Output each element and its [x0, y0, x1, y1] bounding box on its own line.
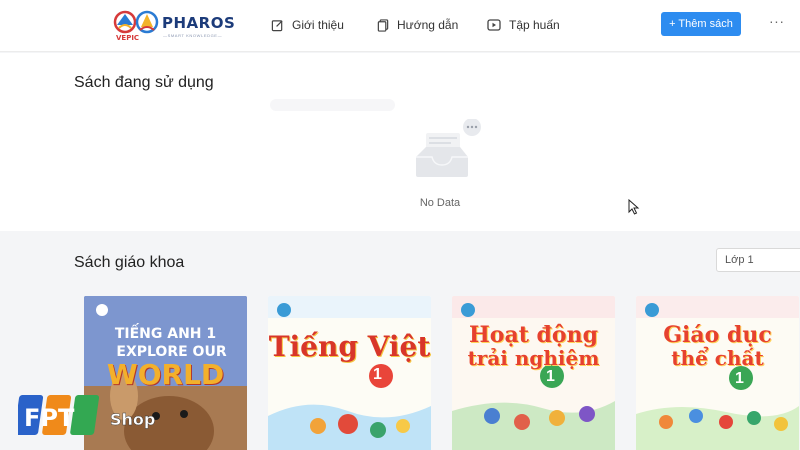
fpt-shop-text: Shop	[110, 410, 155, 429]
no-data-text: No Data	[419, 197, 461, 209]
vepic-logo-icon: VEPIC	[113, 10, 159, 42]
more-menu-icon[interactable]: ···	[769, 13, 785, 29]
books-in-use-title: Sách đang sử dụng	[74, 74, 214, 91]
book-title-tieng-anh-3: WORLD	[106, 358, 225, 391]
book-title-tieng-anh-1: TIẾNG ANH 1	[114, 326, 217, 342]
book-title-tieng-viet: Tiếng Việt	[268, 330, 431, 363]
loading-placeholder	[270, 99, 395, 111]
video-play-icon	[487, 19, 501, 31]
pharos-logo[interactable]: VEPIC PHAROS —SMART KNOWLEDGE—	[113, 10, 236, 42]
fpt-shop-watermark: FPT Shop	[14, 391, 168, 441]
book-title-giao-duc-1: Giáo dục	[663, 322, 772, 348]
book-number-giao-duc: 1	[735, 370, 744, 387]
fpt-logo-icon: FPT Shop	[14, 395, 156, 435]
book-card-giao-duc[interactable]: Giáo dục thể chất 1	[636, 296, 799, 450]
nav-huong-dan[interactable]: Hướng dẫn	[377, 15, 458, 35]
book-title-giao-duc-2: thể chất	[671, 346, 764, 370]
book-number-tieng-viet: 1	[373, 366, 382, 383]
book-title-hoat-dong-2: trải nghiệm	[467, 346, 600, 370]
books-in-use-section: Sách đang sử dụng No Data	[0, 53, 800, 231]
nav-gioi-thieu-label: Giới thiệu	[292, 18, 344, 32]
book-card-hoat-dong[interactable]: Hoạt động trải nghiệm 1	[452, 296, 615, 450]
mouse-cursor-icon	[628, 199, 640, 215]
empty-inbox-icon	[416, 119, 481, 177]
fpt-brand-text: FPT	[24, 404, 75, 432]
add-book-button[interactable]: + Thêm sách	[661, 12, 741, 36]
grade-select-value: Lớp 1	[725, 254, 754, 266]
book-title-hoat-dong-1: Hoạt động	[469, 322, 598, 348]
grade-select[interactable]: Lớp 1	[716, 248, 800, 272]
logo-brand-text: VEPIC	[116, 34, 139, 42]
nav-huong-dan-label: Hướng dẫn	[397, 18, 459, 32]
logo-title: PHAROS	[162, 14, 236, 32]
book-number-hoat-dong: 1	[546, 368, 555, 385]
book-card-tieng-viet[interactable]: Tiếng Việt 1	[268, 296, 431, 450]
nav-tap-huan[interactable]: Tập huấn	[487, 15, 560, 35]
textbooks-title: Sách giáo khoa	[74, 254, 185, 271]
nav-tap-huan-label: Tập huấn	[509, 18, 560, 32]
logo-subtitle: —SMART KNOWLEDGE—	[163, 33, 223, 38]
document-icon	[377, 18, 389, 32]
edit-icon	[271, 19, 283, 31]
nav-gioi-thieu[interactable]: Giới thiệu	[271, 15, 344, 35]
top-navbar: VEPIC PHAROS —SMART KNOWLEDGE— Giới thiệ…	[0, 0, 800, 52]
